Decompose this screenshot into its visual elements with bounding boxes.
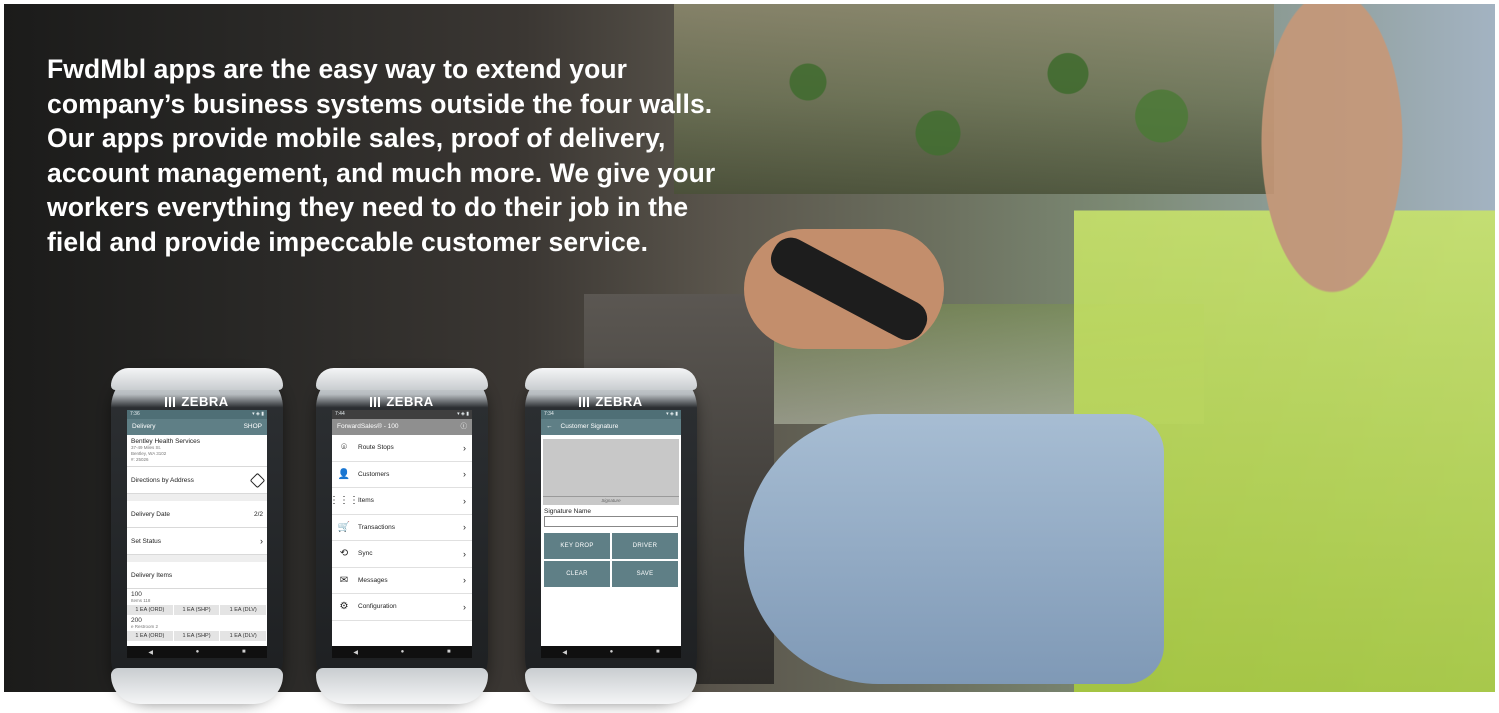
cart-icon: 🛒: [337, 521, 351, 533]
delivery-app-bar: Delivery SHOP: [127, 419, 267, 435]
zebra-device-delivery: ZEBRA 7:36 ▾ ◈ ▮ Delivery SHOP Bentley He…: [111, 368, 283, 704]
status-bar: 7:36 ▾ ◈ ▮: [127, 410, 267, 419]
signature-pad[interactable]: Signature: [543, 439, 679, 505]
back-nav-icon[interactable]: ◀: [353, 649, 358, 656]
grid-icon: ⋮⋮⋮: [332, 495, 359, 507]
hero-headline: FwdMbl apps are the easy way to extend y…: [47, 54, 716, 257]
item-quantity-chips: 1 EA (ORD) 1 EA (SHP) 1 EA (DLV): [127, 605, 267, 615]
menu-item-customers[interactable]: 👤 Customers ›: [332, 462, 472, 488]
person-icon: 👤: [337, 468, 351, 480]
signature-name-input[interactable]: [544, 516, 678, 527]
home-nav-icon[interactable]: ●: [610, 649, 614, 655]
android-nav-bar: ◀ ● ■: [332, 646, 472, 658]
chevron-right-icon: ›: [463, 442, 466, 453]
info-icon[interactable]: ⓘ: [461, 419, 468, 435]
mail-icon: ✉: [339, 574, 349, 586]
home-nav-icon[interactable]: ●: [401, 649, 405, 655]
signature-caption: Signature: [543, 496, 679, 505]
zebra-logo: ZEBRA: [316, 394, 488, 409]
chevron-right-icon: ›: [463, 495, 466, 506]
main-menu: ⌾ Route Stops › 👤 Customers › ⋮⋮⋮ Items …: [332, 435, 472, 621]
menu-app-bar: ForwardSales® - 100 ⓘ: [332, 419, 472, 435]
chevron-right-icon: ›: [463, 575, 466, 586]
location-pin-icon: ⌾: [341, 442, 347, 454]
menu-item-configuration[interactable]: ⚙ Configuration ›: [332, 594, 472, 621]
zebra-logo-icon: [370, 397, 383, 407]
recents-nav-icon[interactable]: ■: [447, 649, 451, 655]
directions-row[interactable]: Directions by Address: [127, 467, 267, 494]
home-nav-icon[interactable]: ●: [196, 649, 200, 655]
chevron-right-icon: ›: [463, 548, 466, 559]
status-bar: 7:44 ▾ ◈ ▮: [332, 410, 472, 419]
directions-icon[interactable]: [249, 472, 266, 488]
android-nav-bar: ◀ ● ■: [127, 646, 267, 658]
signature-actions: KEY DROP DRIVER CLEAR SAVE: [544, 533, 678, 587]
menu-item-route-stops[interactable]: ⌾ Route Stops ›: [332, 435, 472, 462]
page-title: ForwardSales® - 100: [337, 423, 399, 430]
back-arrow-icon[interactable]: ←: [546, 419, 553, 435]
chevron-right-icon: ›: [463, 522, 466, 533]
driver-button[interactable]: DRIVER: [612, 533, 678, 559]
status-icons: ▾ ◈ ▮: [666, 411, 678, 417]
menu-item-items[interactable]: ⋮⋮⋮ Items ›: [332, 488, 472, 515]
zebra-logo: ZEBRA: [525, 394, 697, 409]
chevron-right-icon: ›: [260, 536, 263, 546]
zebra-logo-icon: [579, 397, 592, 407]
key-drop-button[interactable]: KEY DROP: [544, 533, 610, 559]
chevron-right-icon: ›: [463, 601, 466, 612]
delivery-item[interactable]: 200 e Restroom 2: [127, 615, 267, 631]
sync-icon: ⟲: [339, 548, 349, 560]
back-nav-icon[interactable]: ◀: [562, 649, 567, 656]
signature-app-bar: ← Customer Signature: [541, 419, 681, 435]
android-nav-bar: ◀ ● ■: [541, 646, 681, 658]
signature-screen: 7:34 ▾ ◈ ▮ ← Customer Signature Signature…: [541, 410, 681, 658]
menu-item-transactions[interactable]: 🛒 Transactions ›: [332, 515, 472, 541]
item-quantity-chips: 1 EA (ORD) 1 EA (SHP) 1 EA (DLV): [127, 631, 267, 641]
save-button[interactable]: SAVE: [612, 561, 678, 587]
zebra-logo: ZEBRA: [111, 394, 283, 409]
customer-card[interactable]: Bentley Health Services 37-49 Miles St. …: [127, 435, 267, 467]
recents-nav-icon[interactable]: ■: [656, 649, 660, 655]
page-title: Customer Signature: [560, 423, 619, 430]
clear-button[interactable]: CLEAR: [544, 561, 610, 587]
delivery-item[interactable]: 100 Items 118: [127, 589, 267, 605]
status-bar: 7:34 ▾ ◈ ▮: [541, 410, 681, 419]
delivery-items-header: Delivery Items: [127, 562, 267, 589]
menu-item-sync[interactable]: ⟲ Sync ›: [332, 541, 472, 568]
delivery-screen: 7:36 ▾ ◈ ▮ Delivery SHOP Bentley Health S…: [127, 410, 267, 658]
menu-item-messages[interactable]: ✉ Messages ›: [332, 568, 472, 594]
status-icons: ▾ ◈ ▮: [457, 411, 469, 417]
back-nav-icon[interactable]: ◀: [148, 649, 153, 656]
customer-id: #: 25026: [131, 457, 149, 462]
status-icons: ▾ ◈ ▮: [252, 411, 264, 417]
menu-screen: 7:44 ▾ ◈ ▮ ForwardSales® - 100 ⓘ ⌾ Route …: [332, 410, 472, 658]
recents-nav-icon[interactable]: ■: [242, 649, 246, 655]
delivery-date-row[interactable]: Delivery Date 2/2: [127, 501, 267, 528]
zebra-logo-icon: [165, 397, 178, 407]
page-title: Delivery: [132, 423, 156, 430]
customer-name: Bentley Health Services: [131, 438, 201, 445]
set-status-row[interactable]: Set Status ›: [127, 528, 267, 555]
zebra-device-signature: ZEBRA 7:34 ▾ ◈ ▮ ← Customer Signature Sig…: [525, 368, 697, 704]
shop-button[interactable]: SHOP: [244, 419, 262, 435]
gear-icon: ⚙: [339, 601, 349, 613]
worker-arm: [744, 414, 1164, 684]
signature-name-label: Signature Name: [544, 508, 591, 515]
chevron-right-icon: ›: [463, 469, 466, 480]
zebra-device-menu: ZEBRA 7:44 ▾ ◈ ▮ ForwardSales® - 100 ⓘ ⌾ …: [316, 368, 488, 704]
